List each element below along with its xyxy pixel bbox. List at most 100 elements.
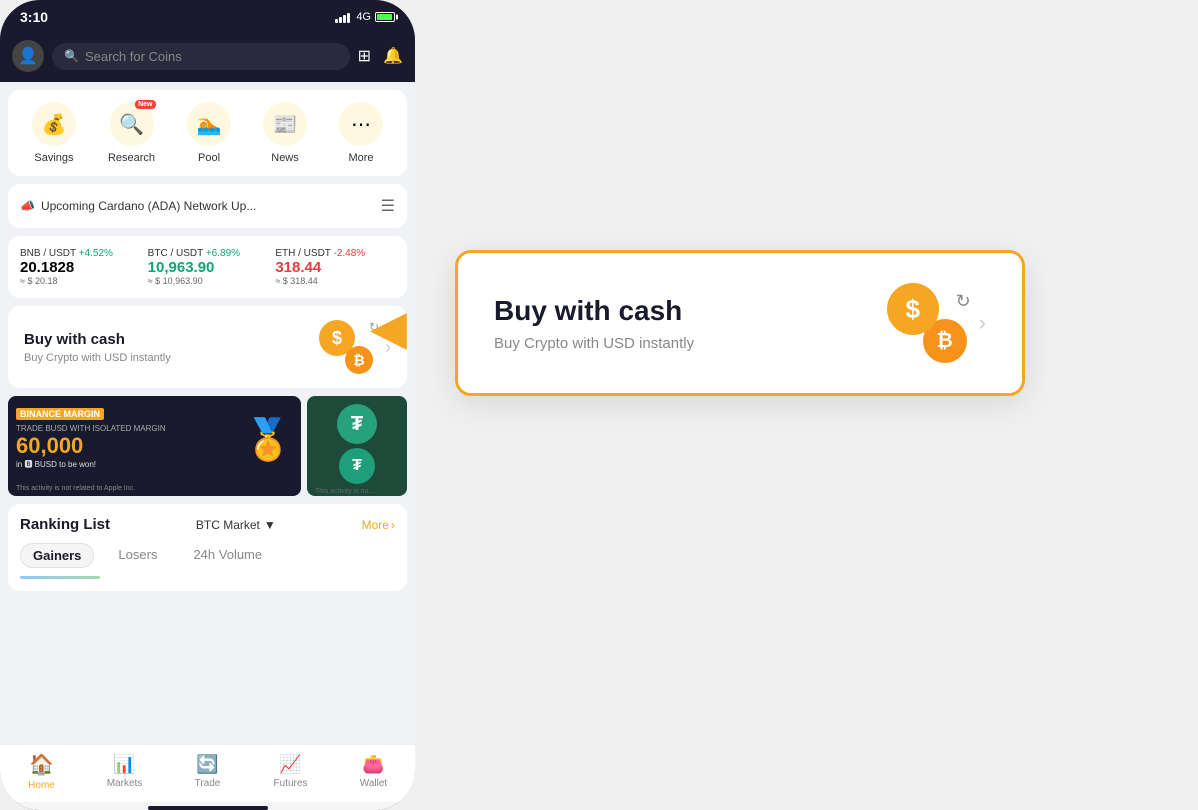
price-ticker: BNB / USDT +4.52% 20.1828 ≈ $ 20.18 BTC … [8,236,407,298]
search-bar[interactable]: 🔍 Search for Coins [52,43,350,70]
top-nav: 👤 🔍 Search for Coins ⊞ 🔔 [0,30,415,82]
ticker-eth[interactable]: ETH / USDT -2.48% 318.44 ≈ $ 318.44 [275,248,395,286]
popup-dollar-icon: $ [887,283,939,335]
wallet-icon: 👛 [362,754,384,775]
nav-trade[interactable]: 🔄 Trade [178,754,238,789]
tab-24h-volume[interactable]: 24h Volume [181,543,274,568]
nav-icons: ⊞ 🔔 [358,46,403,66]
banner-right[interactable]: ₮ ₮ This activity is no... [307,396,407,496]
more-arrow-icon: › [391,518,395,532]
content-area: 💰 Savings 🔍 New Research 🏊 Pool 📰 Ne [0,82,415,744]
megaphone-icon: 📣 [20,199,35,213]
popup-right: $ ₿ ↻ › [887,283,986,363]
research-label: Research [108,152,155,164]
ranking-more-button[interactable]: More › [362,518,395,532]
tab-gainers[interactable]: Gainers [20,543,94,568]
phone-screen: 3:10 4G 👤 🔍 Search for C [0,0,415,810]
home-nav-label: Home [28,780,55,791]
menu-item-more[interactable]: ⋯ More [339,102,383,164]
more-icon-wrap: ⋯ [339,102,383,146]
pool-icon-wrap: 🏊 [187,102,231,146]
search-placeholder-text: Search for Coins [85,49,182,64]
menu-item-news[interactable]: 📰 News [263,102,307,164]
nav-markets[interactable]: 📊 Markets [95,754,155,789]
tab-losers[interactable]: Losers [106,543,169,568]
btc-usd: ≈ $ 10,963.90 [148,276,268,286]
markets-nav-label: Markets [107,778,143,789]
bnb-price: 20.1828 [20,259,140,276]
search-icon: 🔍 [64,49,79,63]
tether-coin-icon-2: ₮ [339,448,375,484]
ranking-title: Ranking List [20,516,110,533]
status-icons: 4G [335,11,395,23]
btc-coin-icon: ₿ [345,346,373,374]
announcement-text: 📣 Upcoming Cardano (ADA) Network Up... [20,199,256,213]
buy-cash-subtitle: Buy Crypto with USD instantly [24,352,171,364]
popup-card[interactable]: Buy with cash Buy Crypto with USD instan… [455,250,1025,396]
popup-title: Buy with cash [494,295,694,327]
markets-icon: 📊 [113,754,135,775]
ticker-bnb[interactable]: BNB / USDT +4.52% 20.1828 ≈ $ 20.18 [20,248,140,286]
banner-logo: BINANCE MARGIN [16,408,104,420]
tab-underline [20,576,100,579]
ranking-tabs: Gainers Losers 24h Volume [20,543,395,568]
bottom-nav: 🏠 Home 📊 Markets 🔄 Trade 📈 Futures 👛 Wal… [0,744,415,802]
ranking-market[interactable]: BTC Market ▼ [196,518,276,532]
eth-pair-name: ETH / USDT [275,248,330,259]
scan-icon[interactable]: ⊞ [358,46,371,66]
banner-left[interactable]: BINANCE MARGIN TRADE BUSD WITH ISOLATED … [8,396,301,496]
eth-change: -2.48% [334,248,366,259]
signal-bars-icon [335,11,350,23]
buy-cash-title: Buy with cash [24,331,171,348]
bnb-pair-name: BNB / USDT [20,248,76,259]
announcement-content: Upcoming Cardano (ADA) Network Up... [41,199,256,213]
eth-price: 318.44 [275,259,395,276]
home-icon: 🏠 [29,752,54,777]
user-icon: 👤 [18,46,38,66]
nav-home[interactable]: 🏠 Home [12,752,72,791]
nav-wallet[interactable]: 👛 Wallet [344,754,404,789]
bnb-change: +4.52% [79,248,113,259]
more-label: More [348,152,373,164]
coin-stack: $ ₿ ↻ [319,320,373,374]
banner-disclaimer-right: This activity is no... [315,488,399,495]
wallet-nav-label: Wallet [360,778,387,789]
announcement-bar[interactable]: 📣 Upcoming Cardano (ADA) Network Up... ☰ [8,184,407,228]
ticker-row: BNB / USDT +4.52% 20.1828 ≈ $ 20.18 BTC … [20,248,395,286]
quick-menu: 💰 Savings 🔍 New Research 🏊 Pool 📰 Ne [8,90,407,176]
btc-pair-name: BTC / USDT [148,248,203,259]
buy-cash-card[interactable]: Buy with cash Buy Crypto with USD instan… [8,306,407,388]
popup-coins: $ ₿ ↻ [887,283,967,363]
banner-row: BINANCE MARGIN TRADE BUSD WITH ISOLATED … [8,396,407,496]
avatar[interactable]: 👤 [12,40,44,72]
more-text: More [362,518,389,532]
network-label: 4G [356,11,371,23]
phone-frame: 3:10 4G 👤 🔍 Search for C [0,0,415,810]
news-icon-wrap: 📰 [263,102,307,146]
menu-item-research[interactable]: 🔍 New Research [108,102,155,164]
status-bar: 3:10 4G [0,0,415,30]
ticker-btc[interactable]: BTC / USDT +6.89% 10,963.90 ≈ $ 10,963.9… [148,248,268,286]
menu-item-pool[interactable]: 🏊 Pool [187,102,231,164]
news-label: News [271,152,299,164]
btc-pair: BTC / USDT +6.89% [148,248,268,259]
btc-change: +6.89% [206,248,240,259]
btc-price: 10,963.90 [148,259,268,276]
menu-item-savings[interactable]: 💰 Savings [32,102,76,164]
trade-icon: 🔄 [196,754,218,775]
nav-futures[interactable]: 📈 Futures [261,754,321,789]
list-icon[interactable]: ☰ [381,196,395,216]
bnb-usd: ≈ $ 20.18 [20,276,140,286]
ranking-section: Ranking List BTC Market ▼ More › Gainers… [8,504,407,591]
popup-arrow-icon: › [979,310,986,336]
banner-disclaimer: This activity is not related to Apple In… [16,485,293,492]
status-time: 3:10 [20,9,48,25]
popup-left: Buy with cash Buy Crypto with USD instan… [494,295,694,352]
pool-label: Pool [198,152,220,164]
market-label: BTC Market [196,518,260,532]
eth-usd: ≈ $ 318.44 [275,276,395,286]
bell-icon[interactable]: 🔔 [383,46,403,66]
tether-coins: ₮ ₮ [315,404,399,484]
trade-nav-label: Trade [195,778,221,789]
savings-icon-wrap: 💰 [32,102,76,146]
